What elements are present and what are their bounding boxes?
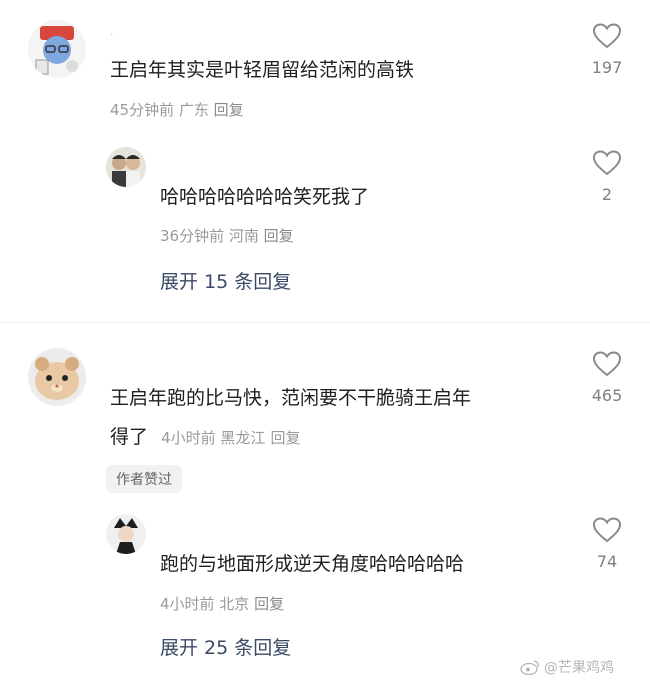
reply-button[interactable]: 回复 [271, 429, 301, 447]
reply-button[interactable]: 回复 [264, 227, 294, 245]
reply-meta: 36分钟前 河南 回复 [160, 225, 294, 246]
heart-outline-icon[interactable] [592, 350, 622, 378]
comment-username[interactable]: · [110, 28, 114, 41]
reply-text: 哈哈哈哈哈哈哈笑死我了 [160, 186, 370, 208]
watermark: @芒果鸡鸡 [520, 657, 614, 677]
author-liked-badge: 作者赞过 [106, 465, 182, 493]
like-count: 74 [596, 552, 618, 571]
reply-text: 跑的与地面形成逆天角度哈哈哈哈哈 [160, 553, 465, 575]
comment-line2: 得了 4小时前 黑龙江 回复 [110, 423, 301, 451]
comment-text-line1: 王启年跑的比马快，范闲要不干脆骑王启年 [110, 387, 472, 409]
heart-outline-icon[interactable] [592, 149, 622, 177]
comment-text: 王启年其实是叶轻眉留给范闲的高铁 [110, 59, 415, 81]
comment-meta: 45分钟前 广东 回复 [110, 99, 244, 120]
like-group: 2 [577, 149, 637, 204]
comment-time-location: 45分钟前 广东 [110, 101, 209, 119]
avatar[interactable] [28, 348, 86, 406]
avatar-image-icon [106, 514, 146, 554]
avatar[interactable] [106, 514, 146, 554]
comment-time-location: 4小时前 黑龙江 [161, 429, 266, 447]
heart-outline-icon[interactable] [592, 22, 622, 50]
avatar-image-icon [28, 348, 86, 406]
weibo-icon [520, 660, 539, 675]
avatar-image-icon [106, 147, 146, 187]
reply-time-location: 36分钟前 河南 [160, 227, 259, 245]
like-count: 465 [591, 386, 623, 405]
like-group: 74 [577, 516, 637, 571]
divider [0, 322, 650, 323]
reply-meta: 4小时前 北京 回复 [160, 593, 284, 614]
like-count: 197 [591, 58, 623, 77]
expand-replies-link[interactable]: 展开 25 条回复 [160, 633, 291, 660]
avatar[interactable] [28, 20, 86, 78]
heart-outline-icon[interactable] [592, 516, 622, 544]
reply-time-location: 4小时前 北京 [160, 595, 250, 613]
reply-button[interactable]: 回复 [254, 595, 284, 613]
expand-replies-link[interactable]: 展开 15 条回复 [160, 267, 291, 294]
comment-text-line2: 得了 [110, 426, 149, 448]
avatar[interactable] [106, 147, 146, 187]
like-group: 197 [577, 22, 637, 77]
watermark-text: @芒果鸡鸡 [544, 660, 614, 676]
like-count: 2 [601, 185, 613, 204]
like-group: 465 [577, 350, 637, 405]
reply-button[interactable]: 回复 [214, 101, 244, 119]
avatar-image-icon [28, 20, 86, 78]
